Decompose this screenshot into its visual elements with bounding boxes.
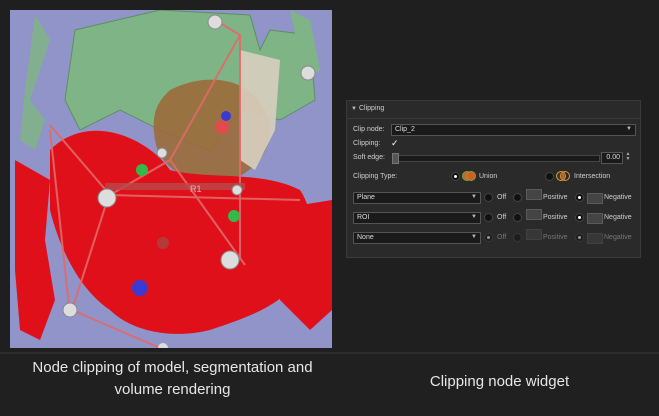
clip-row-3-positive-swatch <box>526 229 542 240</box>
collapse-arrow-icon[interactable]: ▼ <box>351 106 357 112</box>
red-segmentation-left <box>15 160 55 340</box>
clip-node-select[interactable]: Clip_2 ▼ <box>391 124 636 136</box>
chevron-down-icon: ▼ <box>471 214 477 220</box>
clip-row-2-select[interactable]: ROI ▼ <box>353 212 481 224</box>
clip-row-2-negative-radio[interactable] <box>575 213 584 222</box>
clipping-panel: ▼ Clipping Clip node: Clip_2 ▼ Clipping:… <box>346 100 641 258</box>
red-segmentation-right <box>270 200 332 330</box>
clip-row-3-negative-radio[interactable] <box>575 233 584 242</box>
clipping-section-title: Clipping <box>359 105 385 112</box>
handle-green-1 <box>136 164 148 176</box>
clip-row-2-positive-label: Positive <box>543 214 568 221</box>
clip-row-1-positive-swatch <box>526 189 542 200</box>
roi-bar <box>105 183 245 190</box>
green-model-left <box>20 15 50 150</box>
clip-row-3-select[interactable]: None ▼ <box>353 232 481 244</box>
clipping-checkbox[interactable]: ✓ <box>391 139 400 148</box>
right-caption: Clipping node widget <box>429 373 570 390</box>
left-caption-line-1: Node clipping of model, segmentation and <box>32 359 313 376</box>
left-caption-line-2: volume rendering <box>114 381 231 398</box>
clip-row-2-off-radio[interactable] <box>484 213 493 222</box>
soft-edge-label: Soft edge: <box>353 154 385 161</box>
clip-row-1-negative-swatch <box>587 193 603 204</box>
clip-row-2-negative-label: Negative <box>604 214 632 221</box>
handle-blue-top <box>221 111 231 121</box>
intersection-label: Intersection <box>574 173 611 180</box>
handle-red <box>215 120 229 134</box>
clip-row-2-positive-radio[interactable] <box>513 213 522 222</box>
clip-node-value: Clip_2 <box>395 126 415 133</box>
clip-row-1-off-label: Off <box>497 194 507 201</box>
union-label: Union <box>479 173 498 180</box>
handle-white-bottom <box>62 302 78 318</box>
clipping-section-header[interactable]: ▼ Clipping <box>347 101 640 119</box>
soft-edge-spinbox[interactable]: 0.00 <box>601 152 623 164</box>
handle-white-top <box>207 14 223 30</box>
soft-edge-slider[interactable] <box>393 155 600 162</box>
left-caption: Node clipping of model, segmentation and… <box>10 357 335 401</box>
clip-row-1-value: Plane <box>357 194 375 201</box>
chevron-down-icon: ▼ <box>626 126 632 132</box>
handle-white-small-2 <box>231 184 243 196</box>
clipping-label: Clipping: <box>353 140 381 147</box>
clip-row-2-value: ROI <box>357 214 370 221</box>
intersection-radio[interactable] <box>545 172 554 181</box>
clip-row-3-negative-label: Negative <box>604 234 632 241</box>
spin-updown-icon[interactable]: ▲ ▼ <box>625 152 631 162</box>
handle-white-right <box>300 65 316 81</box>
handle-green-2 <box>228 210 240 222</box>
handle-dark-red <box>157 237 169 249</box>
clipping-type-label: Clipping Type: <box>353 173 398 180</box>
clip-row-1-positive-label: Positive <box>543 194 568 201</box>
clip-row-1-positive-radio[interactable] <box>513 193 522 202</box>
bone-structure <box>240 50 280 170</box>
chevron-down-icon: ▼ <box>471 194 477 200</box>
union-radio[interactable] <box>451 172 460 181</box>
union-icon <box>462 171 476 181</box>
clip-row-1-off-radio[interactable] <box>484 193 493 202</box>
clip-row-3-positive-radio[interactable] <box>513 233 522 242</box>
clip-row-3-off-radio[interactable] <box>484 233 493 242</box>
handle-white-mid <box>97 188 117 208</box>
handle-white-center <box>220 250 240 270</box>
intersection-icon <box>556 171 570 181</box>
clip-row-1-negative-radio[interactable] <box>575 193 584 202</box>
clip-row-3-negative-swatch <box>587 233 603 244</box>
handle-white-small <box>156 147 168 159</box>
clip-row-3-value: None <box>357 234 374 241</box>
clip-row-2-off-label: Off <box>497 214 507 221</box>
handle-blue <box>132 280 148 296</box>
rendering-scene: R1 <box>15 10 332 348</box>
handle-white-edge <box>158 343 168 348</box>
clip-row-3-off-label: Off <box>497 234 507 241</box>
clip-row-2-positive-swatch <box>526 209 542 220</box>
roi-label: R1 <box>190 184 202 194</box>
clip-node-label: Clip node: <box>353 126 385 133</box>
chevron-down-icon: ▼ <box>471 234 477 240</box>
soft-edge-value: 0.00 <box>606 154 620 161</box>
clip-row-1-negative-label: Negative <box>604 194 632 201</box>
3d-viewer[interactable]: R1 <box>10 10 332 348</box>
clip-row-2-negative-swatch <box>587 213 603 224</box>
clip-row-3-positive-label: Positive <box>543 234 568 241</box>
clip-row-1-select[interactable]: Plane ▼ <box>353 192 481 204</box>
soft-edge-slider-handle[interactable] <box>392 153 399 164</box>
